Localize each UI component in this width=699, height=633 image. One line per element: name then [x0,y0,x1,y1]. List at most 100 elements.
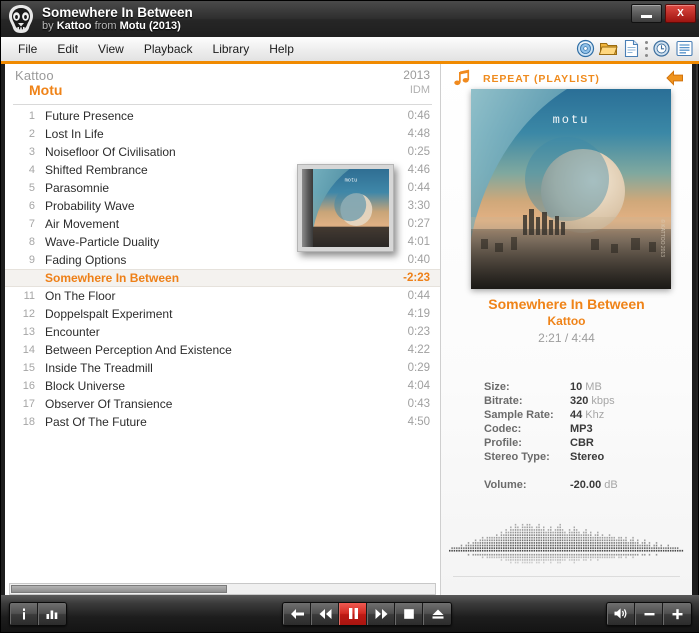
track-row[interactable]: 14 Between Perception And Existence 4:22 [5,341,440,359]
stop-icon [404,608,414,619]
track-number: 2 [28,128,35,140]
close-icon: X [677,8,684,19]
track-list: 1 Future Presence 0:46 2 Lost In Life 4:48 3 No… [5,107,440,431]
track-number: 15 [22,362,35,374]
volume-button-group [606,601,692,626]
track-row[interactable]: 17 Observer Of Transience 0:43 [5,395,440,413]
track-number: 12 [22,308,35,320]
eject-button[interactable] [423,602,451,625]
album-art-tooltip: motu [297,164,394,252]
fast-forward-button[interactable] [367,602,395,625]
menu-help[interactable]: Help [260,39,303,59]
subtitle-artist: Kattoo [56,20,92,33]
track-duration: 0:29 [407,362,430,374]
track-metadata: Size: 10 MB Bitrate: 320 kbps Sample Rate: 44… [484,381,674,493]
menu-file[interactable]: File [9,39,46,59]
title-text-block: Somewhere In Between by Kattoo from Motu… [42,5,193,33]
menu-playback[interactable]: Playback [135,39,202,59]
menu-bar: File Edit View Playback Library Help [1,37,699,64]
volume-speaker-icon [614,608,627,619]
album-art-credit: © KATTOO 2013 [659,219,666,257]
menu-edit[interactable]: Edit [48,39,87,59]
equalizer-button[interactable] [38,602,66,625]
meta-size-value: 10 MB [570,381,602,393]
track-row-playing[interactable]: Somewhere In Between -2:23 [5,269,440,287]
meta-volume: Volume: -20.00 dB [484,479,674,493]
group-divider [13,104,432,105]
meta-profile-number: CBR [570,437,594,449]
volume-button[interactable] [607,602,635,625]
track-title: Doppelspalt Experiment [45,307,173,321]
track-duration: 0:25 [407,146,430,158]
track-row[interactable]: 13 Encounter 0:23 [5,323,440,341]
track-duration: 0:40 [407,254,430,266]
meta-profile-value: CBR [570,437,594,449]
minimize-button[interactable] [631,4,662,23]
meta-spacer [484,465,674,479]
meta-profile-label: Profile: [484,437,522,449]
track-row[interactable]: 1 Future Presence 0:46 [5,107,440,125]
track-row[interactable]: 16 Block Universe 4:04 [5,377,440,395]
menu-library[interactable]: Library [204,39,259,59]
meta-size-label: Size: [484,381,510,393]
previous-button[interactable] [283,602,311,625]
left-button-group [9,601,67,626]
subtitle-from: from [94,20,117,33]
track-row[interactable]: 15 Inside The Treadmill 0:29 [5,359,440,377]
scrollbar-thumb[interactable] [11,585,227,593]
track-number: 1 [28,110,35,122]
player-window: Somewhere In Between by Kattoo from Motu… [0,0,699,633]
meta-samplerate-unit: Khz [582,409,605,421]
track-row[interactable]: 2 Lost In Life 4:48 [5,125,440,143]
meta-volume-label: Volume: [484,479,527,491]
now-playing-panel: REPEAT (PLAYLIST) motu © KATTOO 2013 Som… [441,64,696,597]
track-row[interactable]: 12 Doppelspalt Experiment 4:19 [5,305,440,323]
track-row[interactable]: 3 Noisefloor Of Civilisation 0:25 [5,143,440,161]
window-subtitle: by Kattoo from Motu (2013) [42,20,193,33]
track-number: 9 [28,254,35,266]
toolbar [576,39,694,58]
stop-button[interactable] [395,602,423,625]
meta-codec-number: MP3 [570,423,593,435]
new-file-icon[interactable] [622,39,641,58]
track-title: Lost In Life [45,127,104,141]
visualizer-baseline [453,576,680,577]
track-title: Observer Of Transience [45,397,173,411]
track-title: On The Floor [45,289,116,303]
meta-size-unit: MB [582,381,602,393]
clock-history-icon[interactable] [652,39,671,58]
menu-view[interactable]: View [89,39,133,59]
track-duration: 4:19 [407,308,430,320]
close-button[interactable]: X [665,4,696,23]
volume-down-button[interactable] [635,602,663,625]
cd-disc-icon[interactable] [576,39,595,58]
rewind-icon [319,608,331,619]
fast-forward-icon [375,608,387,619]
track-number: 7 [28,218,35,230]
rewind-button[interactable] [311,602,339,625]
track-duration: 0:44 [407,182,430,194]
open-folder-icon[interactable] [599,39,618,58]
playlist-list-icon[interactable] [675,39,694,58]
meta-size: Size: 10 MB [484,381,674,395]
meta-bitrate-number: 320 [570,395,589,407]
meta-stereotype: Stereo Type: Stereo [484,451,674,465]
pause-button[interactable] [339,602,367,625]
playlist-panel[interactable]: Kattoo Motu 2013 IDM 1 Future Presence 0:4… [1,64,441,597]
main-content: Kattoo Motu 2013 IDM 1 Future Presence 0:4… [1,64,699,597]
album-art[interactable]: motu © KATTOO 2013 [471,89,671,289]
window-controls: X [631,4,696,23]
track-title: Future Presence [45,109,134,123]
meta-size-number: 10 [570,381,583,393]
track-row[interactable]: 11 On The Floor 0:44 [5,287,440,305]
info-button[interactable] [10,602,38,625]
now-playing-info: Somewhere In Between Kattoo 2:21 / 4:44 [441,296,692,345]
track-row[interactable]: 18 Past Of The Future 4:50 [5,413,440,431]
back-arrow-icon[interactable] [666,70,684,91]
track-row[interactable]: 9 Fading Options 0:40 [5,251,440,269]
volume-up-button[interactable] [663,602,691,625]
meta-codec-label: Codec: [484,423,522,435]
repeat-mode-label: REPEAT (PLAYLIST) [483,73,600,85]
svg-text:motu: motu [345,177,358,183]
playlist-horizontal-scrollbar[interactable] [9,583,436,595]
